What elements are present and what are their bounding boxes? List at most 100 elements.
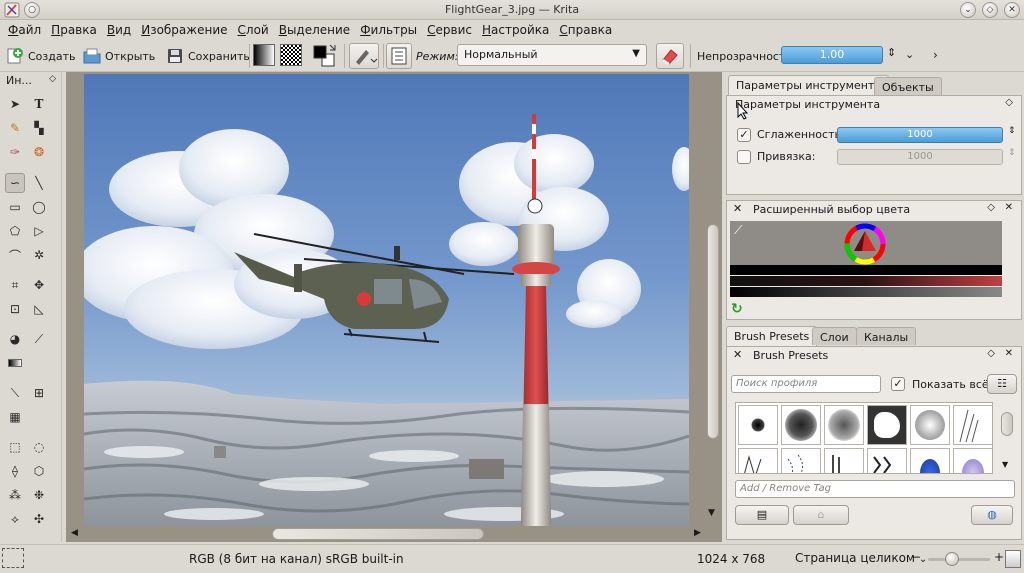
scroll-left-arrow-icon[interactable]: ◀ — [71, 528, 78, 538]
smoothing-checkbox[interactable]: ✓ — [737, 128, 751, 142]
brush-preset-item[interactable] — [910, 405, 950, 445]
close-window-button[interactable]: ✕ — [1004, 2, 1020, 18]
tab-brush-presets[interactable]: Brush Presets — [726, 326, 818, 346]
smoothing-spin-icon[interactable]: ⇕ — [1008, 126, 1016, 136]
rectangle-select-tool[interactable]: ⬚ — [5, 437, 25, 457]
move-tool[interactable]: ✥ — [29, 275, 49, 295]
import-preset-button[interactable]: ▤ — [735, 505, 789, 525]
close-panel-icon[interactable]: ✕ — [1005, 348, 1013, 359]
brush-preset-item[interactable] — [910, 448, 950, 473]
assistant-tool[interactable]: ⟍ — [5, 383, 25, 403]
menu-image[interactable]: Изображение — [137, 20, 233, 40]
pattern-fill-tool[interactable]: ▚ — [29, 118, 49, 138]
canvas-viewport[interactable] — [66, 72, 722, 542]
smoothing-slider[interactable]: 1000 — [837, 127, 1003, 143]
similar-select-tool[interactable]: ❉ — [29, 485, 49, 505]
vertical-scroll-thumb[interactable] — [707, 224, 719, 439]
freehand-brush-tool[interactable]: ∽ — [5, 173, 25, 193]
bezier-select-tool[interactable]: ✣ — [29, 509, 49, 529]
crop-tool[interactable]: ⌗ — [5, 275, 25, 295]
brush-preset-item[interactable] — [781, 405, 821, 445]
gradient-selector-icon[interactable] — [253, 44, 275, 66]
brush-preset-item[interactable] — [738, 448, 778, 473]
close-panel-icon[interactable]: ✕ — [1005, 202, 1013, 213]
preset-grid-scrollbar[interactable]: ▼ — [999, 402, 1015, 474]
dynamic-brush-tool[interactable]: ✲ — [29, 245, 49, 265]
get-more-presets-button[interactable]: ◍ — [971, 505, 1013, 525]
polygon-tool[interactable]: ⬠ — [5, 221, 25, 241]
zoom-in-icon[interactable]: + — [994, 550, 1004, 564]
opacity-chevron-down-icon[interactable]: ⌄ — [905, 48, 914, 61]
menu-select[interactable]: Выделение — [275, 20, 356, 40]
color-shade-bar-gray[interactable] — [730, 287, 1002, 297]
path-select-tool[interactable]: ⟡ — [5, 509, 25, 529]
brush-preset-item[interactable] — [867, 448, 907, 473]
selection-indicator-icon[interactable] — [2, 548, 24, 568]
scroll-down-arrow-icon[interactable]: ▼ — [1002, 460, 1008, 469]
gradient-edit-tool[interactable]: ✑ — [5, 142, 25, 162]
tab-tool-options[interactable]: Параметры инструмента — [728, 75, 890, 95]
line-tool[interactable]: ╲ — [29, 173, 49, 193]
toolbar-overflow-chevron-icon[interactable]: › — [933, 48, 938, 62]
tag-input[interactable]: Add / Remove Tag — [735, 480, 1015, 498]
calligraphy-tool[interactable]: ✎ — [5, 118, 25, 138]
brush-preset-item[interactable] — [824, 405, 864, 445]
eyedropper-icon[interactable]: ⟋ — [734, 223, 742, 238]
brush-preset-grid[interactable] — [735, 402, 993, 474]
polygon-select-tool[interactable]: ⬡ — [29, 461, 49, 481]
brush-preset-button[interactable] — [349, 43, 379, 69]
zoom-slider[interactable] — [928, 558, 990, 561]
color-picker-tool[interactable]: ⟋ — [29, 329, 49, 349]
float-panel-icon[interactable]: ◇ — [987, 348, 995, 359]
ellipse-select-tool[interactable]: ◌ — [29, 437, 49, 457]
image-canvas[interactable] — [84, 74, 689, 526]
color-shade-bar-red[interactable] — [730, 276, 1002, 286]
tab-objects[interactable]: Объекты — [874, 77, 942, 95]
snap-checkbox[interactable] — [737, 150, 751, 164]
measure-tool[interactable]: ◺ — [29, 299, 49, 319]
brush-settings-button[interactable] — [386, 43, 412, 69]
menu-layer[interactable]: Слой — [234, 20, 275, 40]
tab-layers[interactable]: Слои — [812, 327, 857, 345]
color-triangle-wheel-icon[interactable] — [844, 223, 886, 265]
zoom-mode-select[interactable]: Страница целиком ⌄ — [795, 551, 927, 565]
preset-scroll-thumb[interactable] — [1001, 412, 1013, 436]
minimize-window-button[interactable]: ⌄ — [960, 2, 976, 18]
save-document-button[interactable]: Сохранить — [163, 43, 253, 69]
grid-tool[interactable]: ▦ — [5, 407, 25, 427]
snap-spin-icon[interactable]: ⇕ — [1008, 148, 1016, 158]
opacity-slider[interactable]: 1.00 — [781, 46, 883, 64]
float-panel-icon[interactable]: ◇ — [1005, 97, 1013, 108]
menu-tools[interactable]: Сервис — [423, 20, 478, 40]
menu-settings[interactable]: Настройка — [478, 20, 555, 40]
delete-preset-button[interactable]: ⌂ — [793, 505, 849, 525]
color-palette-tool[interactable]: ❂ — [29, 142, 49, 162]
maximize-window-button[interactable]: ◇ — [982, 2, 998, 18]
show-all-checkbox[interactable]: ✓ — [891, 377, 905, 391]
transform-tool[interactable]: ⊡ — [5, 299, 25, 319]
close-panel-icon[interactable]: ✕ — [733, 348, 742, 361]
menu-edit[interactable]: Правка — [47, 20, 103, 40]
brush-preset-item[interactable] — [953, 405, 992, 445]
perspective-grid-tool[interactable]: ⊞ — [29, 383, 49, 403]
new-document-button[interactable]: Создать — [3, 43, 79, 69]
refresh-icon[interactable]: ↻ — [731, 301, 743, 317]
color-history-bar[interactable] — [730, 265, 1002, 275]
brush-preset-item[interactable] — [781, 448, 821, 473]
document-mode-icon[interactable] — [1005, 550, 1021, 568]
tab-channels[interactable]: Каналы — [856, 327, 917, 345]
eraser-mode-button[interactable] — [656, 43, 684, 69]
gradient-tool[interactable] — [5, 353, 25, 373]
toolbox-float-icon[interactable]: ◇ — [49, 74, 56, 90]
select-shapes-tool[interactable]: ➤ — [5, 94, 25, 114]
open-document-button[interactable]: Открыть — [80, 43, 158, 69]
canvas-horizontal-scrollbar[interactable]: ◀ ▶ — [68, 527, 706, 541]
horizontal-scroll-thumb[interactable] — [272, 528, 484, 540]
blend-mode-select[interactable]: Нормальный ▼ — [457, 44, 647, 66]
snap-slider[interactable]: 1000 — [837, 149, 1003, 165]
close-panel-icon[interactable]: ✕ — [733, 202, 742, 215]
polyline-tool[interactable]: ▷ — [29, 221, 49, 241]
color-wheel-area[interactable]: ⟋ — [730, 221, 1002, 265]
brush-preset-item[interactable] — [953, 448, 992, 473]
brush-preset-item[interactable] — [738, 405, 778, 445]
